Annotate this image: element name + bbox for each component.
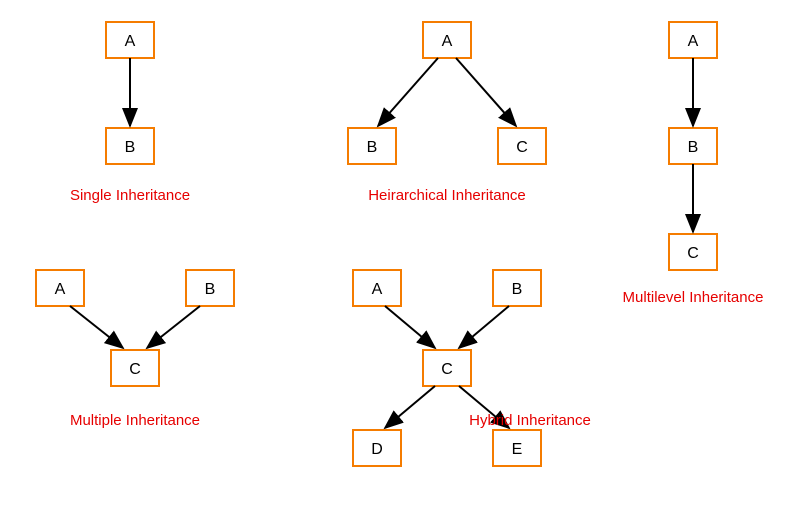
hier-caption: Heirarchical Inheritance xyxy=(368,187,526,204)
multiple-inheritance-group: A B C Multiple Inheritance xyxy=(36,270,234,429)
single-caption: Single Inheritance xyxy=(70,187,190,204)
mult-arrow-b-c xyxy=(147,306,200,348)
inheritance-diagram: A B Single Inheritance A B C Heirarchica… xyxy=(0,0,795,505)
hyb-node-e-label: E xyxy=(512,441,523,458)
mult-arrow-a-c xyxy=(70,306,123,348)
hyb-arrow-a-c xyxy=(385,306,435,348)
multi-node-c-label: C xyxy=(687,245,699,262)
multi-caption: Multilevel Inheritance xyxy=(623,289,764,306)
mult-caption: Multiple Inheritance xyxy=(70,412,200,429)
hyb-arrow-b-c xyxy=(459,306,509,348)
hierarchical-inheritance-group: A B C Heirarchical Inheritance xyxy=(348,22,546,204)
hyb-caption: Hybrid Inheritance xyxy=(469,412,591,429)
hyb-node-b-label: B xyxy=(512,281,523,298)
hyb-node-d-label: D xyxy=(371,441,383,458)
hier-node-a-label: A xyxy=(442,33,453,50)
single-node-a-label: A xyxy=(125,33,136,50)
single-inheritance-group: A B Single Inheritance xyxy=(70,22,190,204)
multi-node-b-label: B xyxy=(688,139,699,156)
hyb-node-a-label: A xyxy=(372,281,383,298)
hier-node-c-label: C xyxy=(516,139,528,156)
hier-arrow-a-c xyxy=(456,58,516,126)
hier-arrow-a-b xyxy=(378,58,438,126)
hyb-node-c-label: C xyxy=(441,361,453,378)
multi-node-a-label: A xyxy=(688,33,699,50)
mult-node-b-label: B xyxy=(205,281,216,298)
hybrid-inheritance-group: A B C D E Hybrid Inheritance xyxy=(353,270,591,466)
hier-node-b-label: B xyxy=(367,139,378,156)
hyb-arrow-c-d xyxy=(385,386,435,428)
single-node-b-label: B xyxy=(125,139,136,156)
multilevel-inheritance-group: A B C Multilevel Inheritance xyxy=(623,22,764,306)
mult-node-a-label: A xyxy=(55,281,66,298)
mult-node-c-label: C xyxy=(129,361,141,378)
